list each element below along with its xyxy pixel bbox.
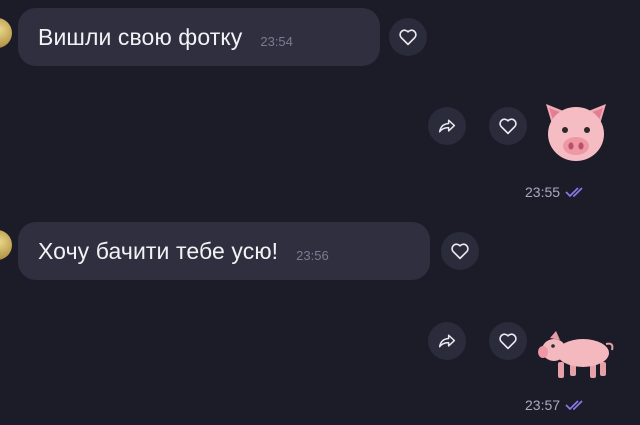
double-check-icon [565, 400, 583, 411]
message-time: 23:56 [296, 247, 329, 263]
incoming-message-bubble[interactable]: Хочу бачити тебе усю! 23:56 [18, 222, 430, 280]
like-button[interactable] [489, 322, 527, 360]
double-check-icon [565, 187, 583, 198]
message-text: Хочу бачити тебе усю! [38, 237, 279, 264]
forward-button[interactable] [428, 107, 466, 145]
incoming-message-bubble[interactable]: Вишли свою фотку 23:54 [18, 8, 380, 66]
pig-face-sticker[interactable] [538, 94, 614, 166]
heart-icon [399, 29, 417, 46]
sticker-time: 23:57 [525, 397, 561, 413]
forward-button[interactable] [428, 322, 466, 360]
forward-arrow-icon [438, 334, 456, 348]
sender-avatar[interactable] [0, 230, 12, 260]
sticker-status: 23:55 [525, 184, 587, 200]
heart-icon [499, 333, 517, 350]
message-time: 23:54 [260, 33, 293, 49]
forward-arrow-icon [438, 119, 456, 133]
pig-sticker[interactable] [536, 326, 616, 382]
heart-icon [451, 243, 469, 260]
heart-icon [499, 118, 517, 135]
like-button[interactable] [489, 107, 527, 145]
like-button[interactable] [441, 232, 479, 270]
sticker-time: 23:55 [525, 184, 561, 200]
sticker-status: 23:57 [525, 397, 587, 413]
like-button[interactable] [389, 18, 427, 56]
sender-avatar[interactable] [0, 18, 12, 48]
message-text: Вишли свою фотку [38, 23, 243, 50]
